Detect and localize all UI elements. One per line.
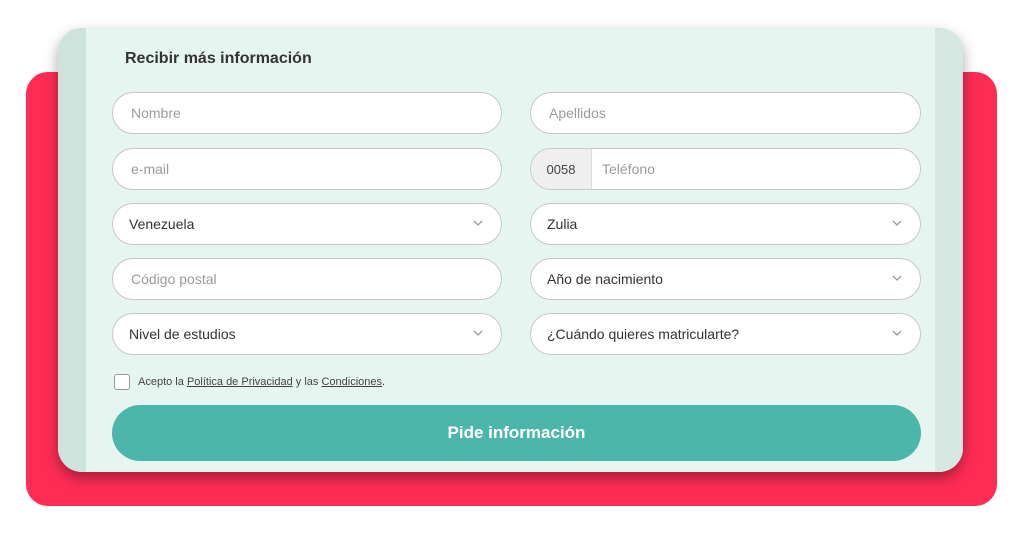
apellidos-placeholder: Apellidos xyxy=(549,105,606,121)
enroll-select[interactable]: ¿Cuándo quieres matricularte? xyxy=(530,313,921,355)
state-select[interactable]: Zulia xyxy=(530,203,921,245)
country-select[interactable]: Venezuela xyxy=(112,203,502,245)
state-value: Zulia xyxy=(547,216,578,232)
nombre-placeholder: Nombre xyxy=(131,105,181,121)
form-title: Recibir más información xyxy=(125,50,312,67)
apellidos-field[interactable]: Apellidos xyxy=(530,92,921,134)
phone-field[interactable]: 0058 Teléfono xyxy=(530,148,921,190)
country-value: Venezuela xyxy=(129,216,195,232)
education-select[interactable]: Nivel de estudios xyxy=(112,313,502,355)
conditions-link[interactable]: Condiciones xyxy=(321,376,382,388)
consent-checkbox[interactable] xyxy=(114,374,130,390)
email-field[interactable]: e-mail xyxy=(112,148,502,190)
consent-suffix: . xyxy=(382,376,386,388)
privacy-policy-link[interactable]: Política de Privacidad xyxy=(187,376,293,388)
phone-placeholder: Teléfono xyxy=(602,161,655,177)
submit-button[interactable]: Pide información xyxy=(112,405,921,461)
postal-placeholder: Código postal xyxy=(131,271,217,287)
chevron-down-icon xyxy=(892,330,902,336)
consent-middle: y las xyxy=(295,376,319,388)
chevron-down-icon xyxy=(892,275,902,281)
birth-year-value: Año de nacimiento xyxy=(547,271,663,287)
chevron-down-icon xyxy=(892,220,902,226)
chevron-down-icon xyxy=(473,330,483,336)
nombre-field[interactable]: Nombre xyxy=(112,92,502,134)
consent-row: Acepto la Política de Privacidad y las C… xyxy=(114,374,385,390)
email-placeholder: e-mail xyxy=(131,161,170,177)
birth-year-select[interactable]: Año de nacimiento xyxy=(530,258,921,300)
phone-prefix: 0058 xyxy=(531,149,592,189)
consent-prefix: Acepto la xyxy=(138,376,184,388)
education-value: Nivel de estudios xyxy=(129,326,236,342)
postal-code-field[interactable]: Código postal xyxy=(112,258,502,300)
info-form-card: Recibir más información Nombre Apellidos… xyxy=(58,28,963,472)
chevron-down-icon xyxy=(473,220,483,226)
enroll-value: ¿Cuándo quieres matricularte? xyxy=(547,326,740,342)
